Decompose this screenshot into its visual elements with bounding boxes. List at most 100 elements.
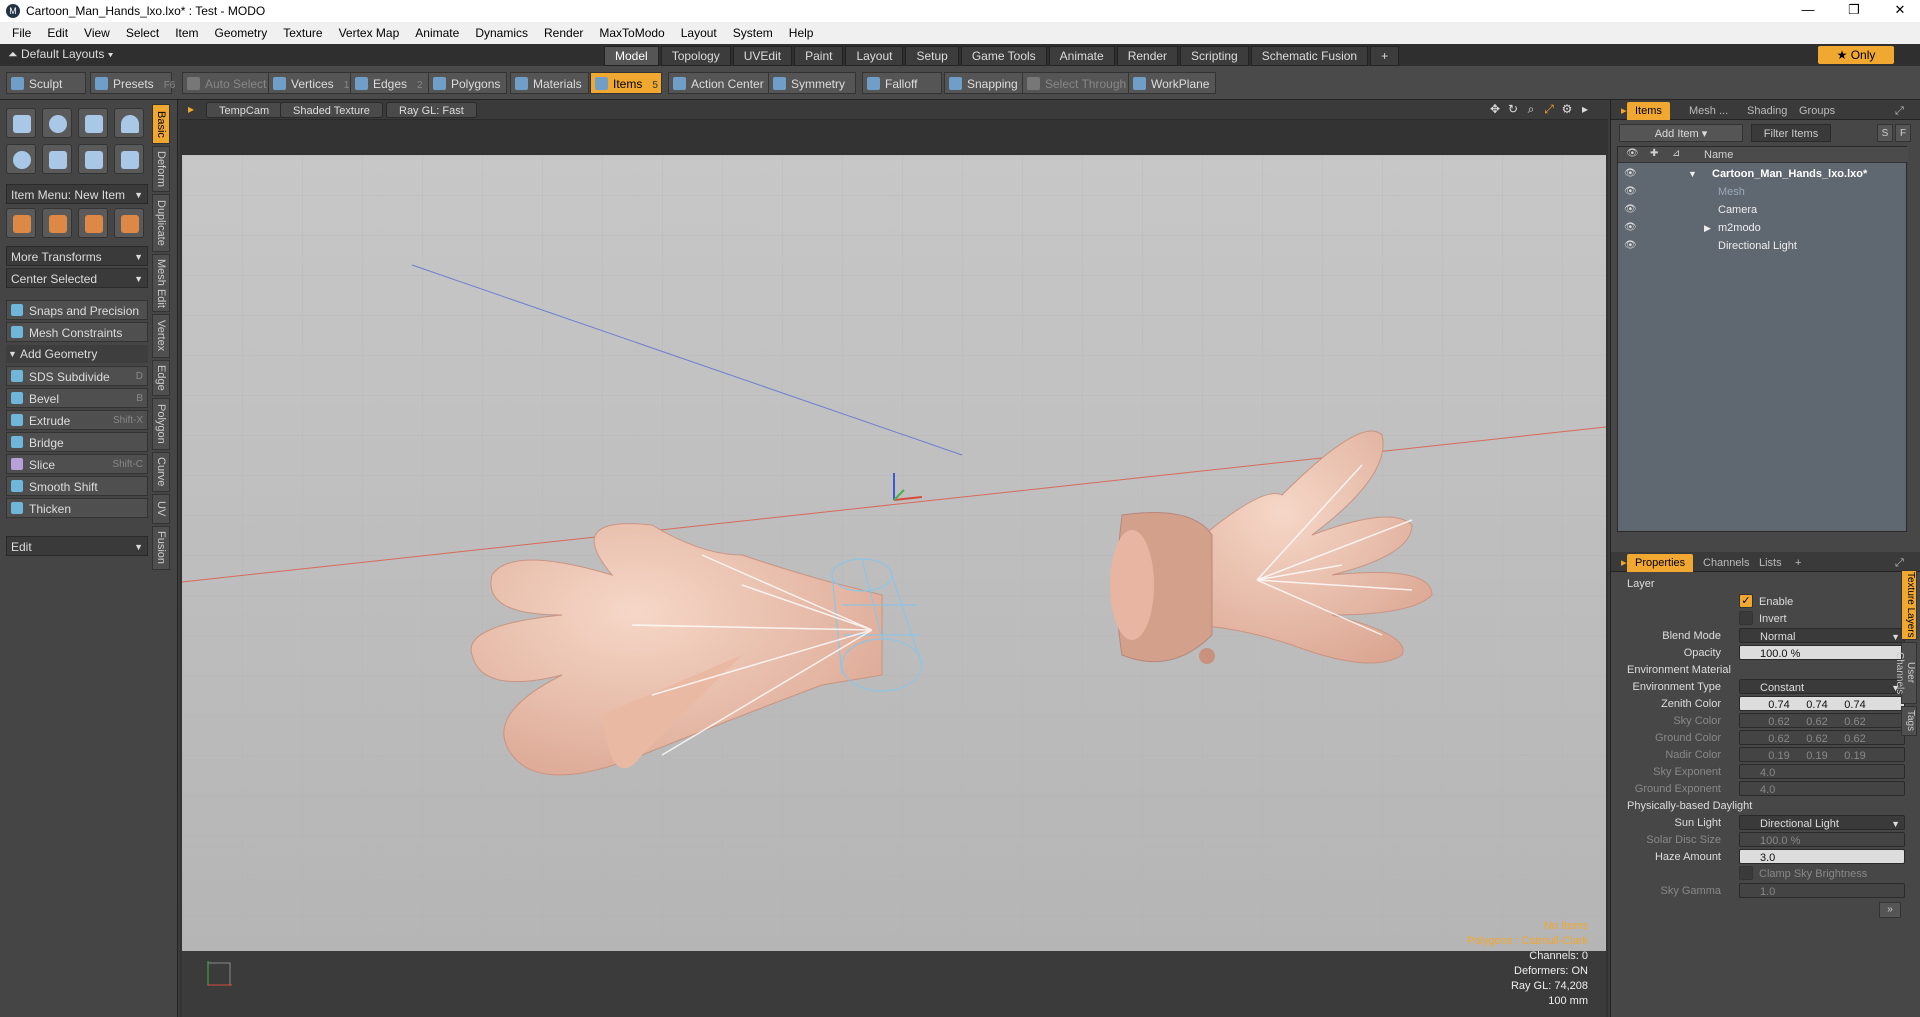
menu-render[interactable]: Render [536,22,591,44]
panel-maximize-icon[interactable]: ⤢ [1887,102,1912,120]
vtab-vertex[interactable]: Vertex [152,314,170,358]
add-tab-button[interactable]: + [1370,46,1400,66]
menu-help[interactable]: Help [781,22,822,44]
opacity-field[interactable]: 100.0 % [1739,645,1905,660]
sky-color-field[interactable]: 0.62 0.62 0.62 [1739,713,1905,728]
tab-groups[interactable]: Groups [1791,102,1843,120]
camera-button[interactable]: TempCam [206,102,283,118]
smooth-shift-button[interactable]: Smooth Shift [6,476,148,496]
solar-disc-field[interactable]: 100.0 % [1739,832,1905,847]
tube-tool-button[interactable] [42,144,72,174]
menu-geometry[interactable]: Geometry [207,22,276,44]
cylinder-tool-button[interactable] [78,108,108,138]
menu-dynamics[interactable]: Dynamics [467,22,536,44]
haze-amount-field[interactable]: 3.0 [1739,849,1905,864]
auto-select-button[interactable]: Auto Select [182,72,274,94]
env-material-section[interactable]: Environment Material [1617,662,1907,678]
text-tool-button[interactable] [114,144,144,174]
vtab-uv[interactable]: UV [152,494,170,524]
tab-animate[interactable]: Animate [1048,46,1115,66]
workplane-button[interactable]: WorkPlane [1128,72,1217,94]
add-item-dropdown[interactable]: Add Item ▾ [1619,124,1743,142]
menu-select[interactable]: Select [118,22,167,44]
sphere-tool-button[interactable] [42,108,72,138]
tab-uvedit[interactable]: UVEdit [732,46,793,66]
nadir-color-field[interactable]: 0.19 0.19 0.19 [1739,747,1905,762]
vtab-tags[interactable]: Tags [1901,706,1917,736]
zenith-color-field[interactable]: 0.74 0.74 0.74 [1739,696,1905,711]
eye-icon[interactable]: 👁 [1624,186,1637,198]
polygons-button[interactable]: Polygons [428,72,508,94]
edges-button[interactable]: Edges 2 [350,72,430,94]
tab-render[interactable]: Render [1116,46,1179,66]
rotate-tool-button[interactable] [42,208,72,238]
vertices-button[interactable]: Vertices 1 [268,72,357,94]
thicken-button[interactable]: Thicken [6,498,148,518]
pan-icon[interactable]: ✥ [1488,102,1502,116]
slice-button[interactable]: Slice Shift-C [6,454,148,474]
bevel-button[interactable]: Bevel B [6,388,148,408]
tab-layout[interactable]: Layout [845,46,904,66]
tab-properties[interactable]: Properties [1627,554,1694,572]
viewport-menu-icon[interactable]: ▸ [184,102,198,116]
maximize-icon[interactable]: ❐ [1831,0,1877,22]
viewport-settings-icon[interactable]: ⚙ [1560,102,1574,116]
vtab-curve[interactable]: Curve [152,452,170,492]
default-layouts-dropdown[interactable]: ⏶ Default Layouts ▾ [8,47,114,62]
menu-layout[interactable]: Layout [673,22,725,44]
tab-lists[interactable]: Lists [1751,554,1790,572]
invert-checkbox[interactable] [1739,611,1753,625]
menu-file[interactable]: File [4,22,39,44]
blend-mode-dropdown[interactable]: Normal ▼ [1739,628,1905,643]
symmetry-button[interactable]: Symmetry [768,72,856,94]
move-tool-button[interactable] [6,208,36,238]
vtab-mesh-edit[interactable]: Mesh Edit [152,254,170,312]
eye-icon[interactable]: 👁 [1624,222,1637,234]
vtab-duplicate[interactable]: Duplicate [152,194,170,252]
sky-exponent-field[interactable]: 4.0 [1739,764,1905,779]
menu-maxtomodo[interactable]: MaxToModo [591,22,672,44]
menu-item[interactable]: Item [167,22,206,44]
filter-items-input[interactable]: Filter Items [1751,124,1831,142]
f-button[interactable]: F [1895,124,1911,142]
snapping-button[interactable]: Snapping [944,72,1025,94]
vtab-deform[interactable]: Deform [152,146,170,192]
item-menu-dropdown[interactable]: Item Menu: New Item ▼ [6,184,148,204]
tab-schematic-fusion[interactable]: Schematic Fusion [1250,46,1369,66]
layer-section[interactable]: Layer [1617,576,1907,592]
menu-view[interactable]: View [76,22,118,44]
scale-tool-button[interactable] [78,208,108,238]
pen-tool-button[interactable] [78,144,108,174]
action-center-button[interactable]: Action Center [668,72,771,94]
expand-arrow-icon[interactable]: ▼ [1688,165,1697,183]
viewport-canvas[interactable] [181,155,1607,951]
items-button[interactable]: Items 5 [590,72,662,94]
daylight-section[interactable]: Physically-based Daylight [1617,798,1907,814]
rotate-view-icon[interactable]: ↻ [1506,102,1520,116]
edit-dropdown[interactable]: Edit ▼ [6,536,148,556]
clamp-checkbox[interactable] [1739,866,1753,880]
transform-tool-button[interactable] [114,208,144,238]
vtab-texture-layers[interactable]: Texture Layers [1901,570,1917,640]
only-button[interactable]: ★ Only [1818,46,1894,64]
sds-subdivide-button[interactable]: SDS Subdivide D [6,366,148,386]
cube-tool-button[interactable] [6,108,36,138]
fit-icon[interactable]: ⤢ [1542,102,1556,116]
menu-animate[interactable]: Animate [407,22,467,44]
tab-shading[interactable]: Shading [1739,102,1795,120]
expand-icon[interactable]: ▸ [1578,102,1592,116]
add-geometry-header[interactable]: ▼ Add Geometry [6,345,148,363]
tab-topology[interactable]: Topology [660,46,731,66]
eye-icon[interactable]: 👁 [1624,240,1637,252]
tree-row-m2modo[interactable]: 👁 ▶ m2modo [1618,219,1908,237]
presets-button[interactable]: Presets F6 [90,72,175,94]
zoom-icon[interactable]: ⌕ [1524,102,1538,116]
close-icon[interactable]: ✕ [1877,0,1920,22]
enable-checkbox[interactable]: ✓ [1739,594,1753,608]
tree-row-scene[interactable]: 👁 ▼ Cartoon_Man_Hands_lxo.lxo* [1618,165,1908,183]
sculpt-button[interactable]: Sculpt [6,72,86,94]
raygl-button[interactable]: Ray GL: Fast [386,102,477,118]
ground-color-field[interactable]: 0.62 0.62 0.62 [1739,730,1905,745]
snaps-precision-button[interactable]: Snaps and Precision [6,300,148,320]
tab-items[interactable]: Items [1627,102,1670,120]
